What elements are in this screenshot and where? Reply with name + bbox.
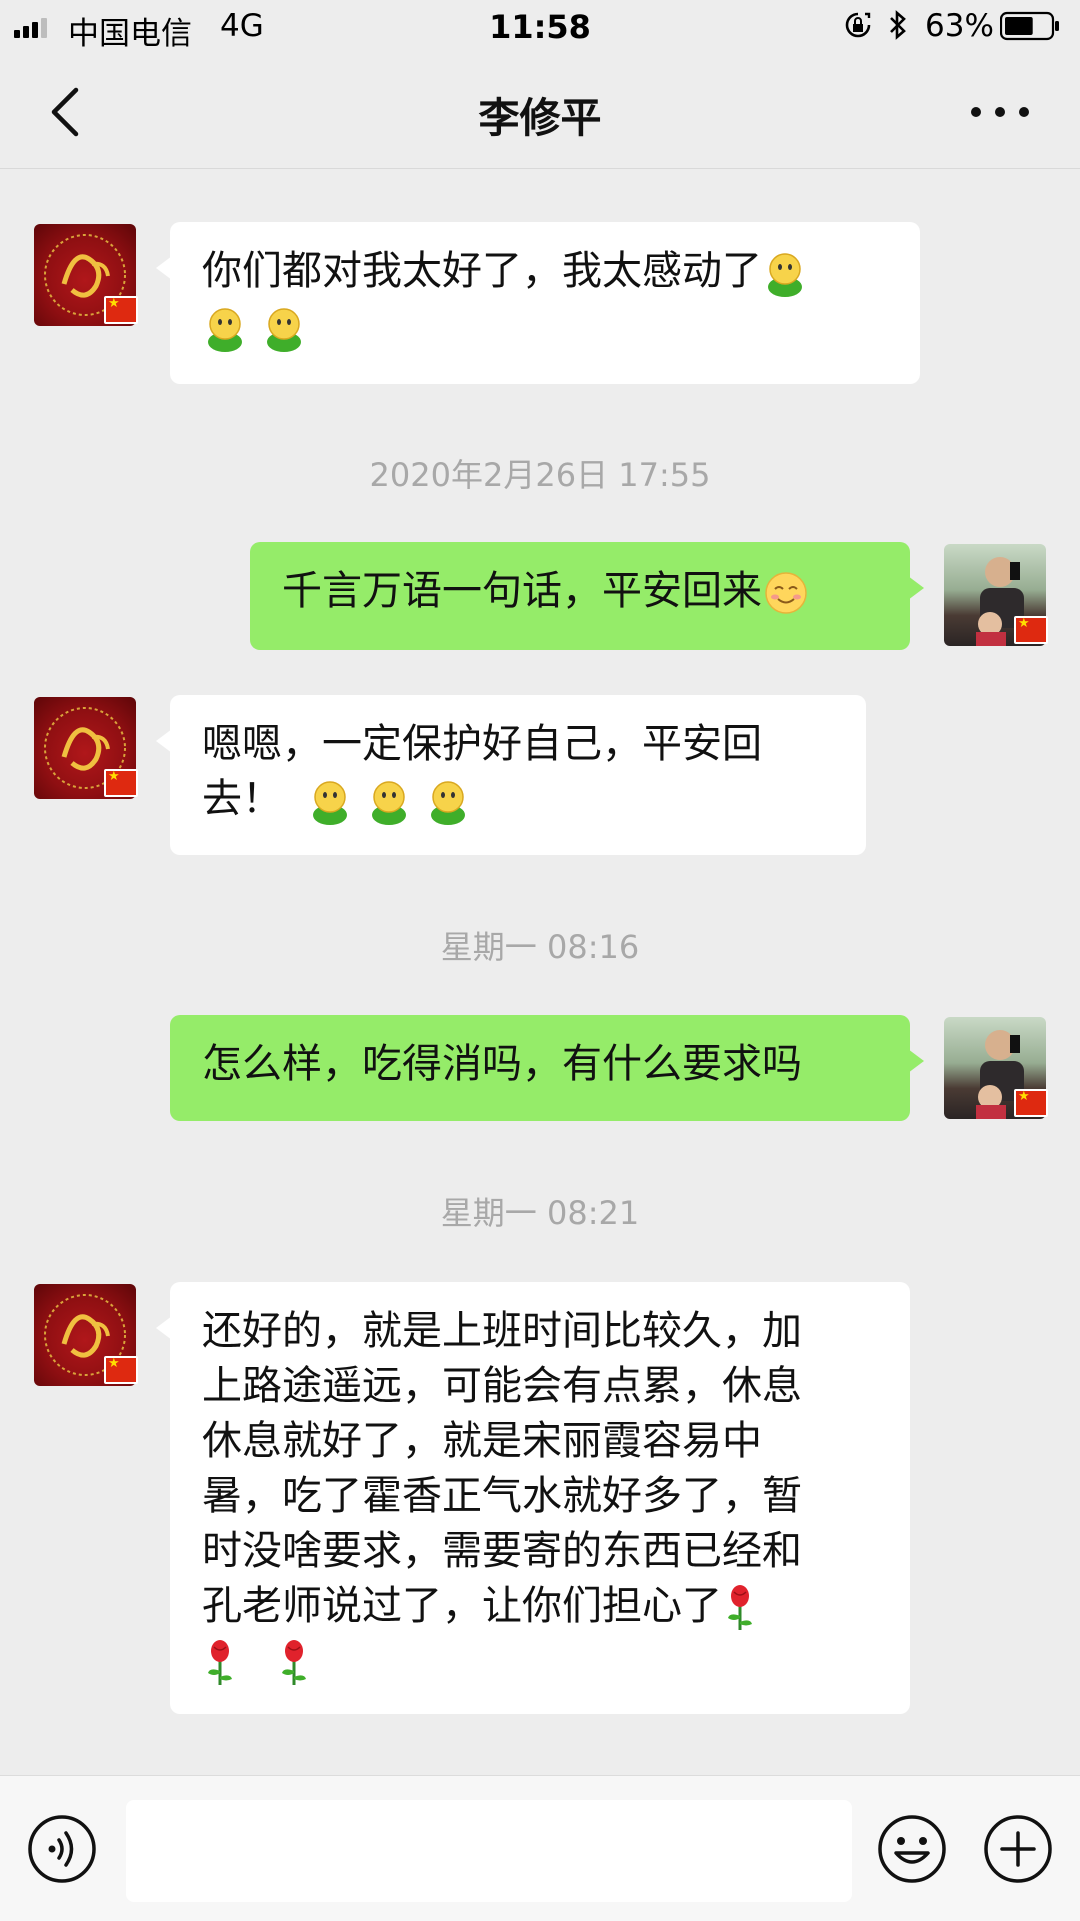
smiley-emoji-icon [266,308,301,352]
bluetooth-icon [890,10,906,40]
message-text: 你们都对我太好了，我太感动了 [202,248,762,294]
message-text: 千言万语一句话，平安回来 [282,568,762,614]
message-input[interactable] [126,1800,852,1902]
message-text: 怎么样，吃得消吗，有什么要求吗 [202,1041,802,1087]
emoji-button[interactable] [876,1813,948,1885]
chat-title: 李修平 [478,94,602,142]
message-bubble-outgoing[interactable]: 怎么样，吃得消吗，有什么要求吗 [170,1015,924,1121]
message-text: 去！ [202,776,282,822]
smiley-emoji-icon [768,253,802,297]
chat-input-bar [0,1775,1080,1921]
emoji-icon [878,1815,946,1883]
china-flag-badge [1014,1089,1048,1117]
china-flag-badge [104,296,138,324]
message-text: 时没啥要求，需要寄的东西已经和 [202,1528,802,1574]
message-text: 孔老师说过了，让你们担心了 [202,1583,722,1629]
message-bubble-incoming[interactable]: 嗯嗯，一定保护好自己，平安回 去！ [156,695,866,855]
more-dots-icon [971,107,1029,117]
voice-button[interactable] [26,1813,98,1885]
message-timestamp: 星期一 08:16 [440,928,640,966]
message-text: 嗯嗯，一定保护好自己，平安回 [202,721,762,767]
message-text: 还好的，就是上班时间比较久，加 [202,1308,802,1354]
status-bar: 中国电信 4G 11:58 63% [0,0,1080,54]
message-text: 休息就好了，就是宋丽霞容易中 [202,1418,762,1464]
message-timestamp: 星期一 08:21 [440,1194,640,1232]
chat-header: 李修平 [0,54,1080,169]
rose-emoji-icon [282,1640,307,1685]
battery-percent: 63% [925,8,994,44]
message-text: 上路途遥远，可能会有点累，休息 [202,1363,802,1409]
add-button[interactable] [982,1813,1054,1885]
message-bubble-outgoing[interactable]: 千言万语一句话，平安回来 [250,542,924,650]
plus-circle-icon [984,1815,1052,1883]
smiley-emoji-icon [208,308,242,352]
smiley-emoji-icon [372,781,407,825]
blush-emoji-icon [765,572,807,614]
more-button[interactable] [965,92,1035,132]
smiley-emoji-icon [430,781,465,825]
message-text: 暑，吃了霍香正气水就好多了，暂 [202,1473,802,1519]
china-flag-badge [104,1356,138,1384]
voice-icon [28,1815,96,1883]
battery-icon [1000,11,1059,41]
china-flag-badge [104,769,138,797]
rose-emoji-icon [208,1640,232,1685]
message-bubble-incoming[interactable]: 你们都对我太好了，我太感动了 [156,222,920,384]
message-bubble-incoming[interactable]: 还好的，就是上班时间比较久，加 上路途遥远，可能会有点累，休息 休息就好了，就是… [156,1282,910,1714]
rose-emoji-icon [728,1585,752,1630]
status-time: 11:58 [489,8,591,46]
smiley-emoji-icon [313,781,348,825]
rotation-lock-icon [845,12,871,38]
message-timestamp: 2020年2月26日 17:55 [369,456,711,494]
china-flag-badge [1014,616,1048,644]
